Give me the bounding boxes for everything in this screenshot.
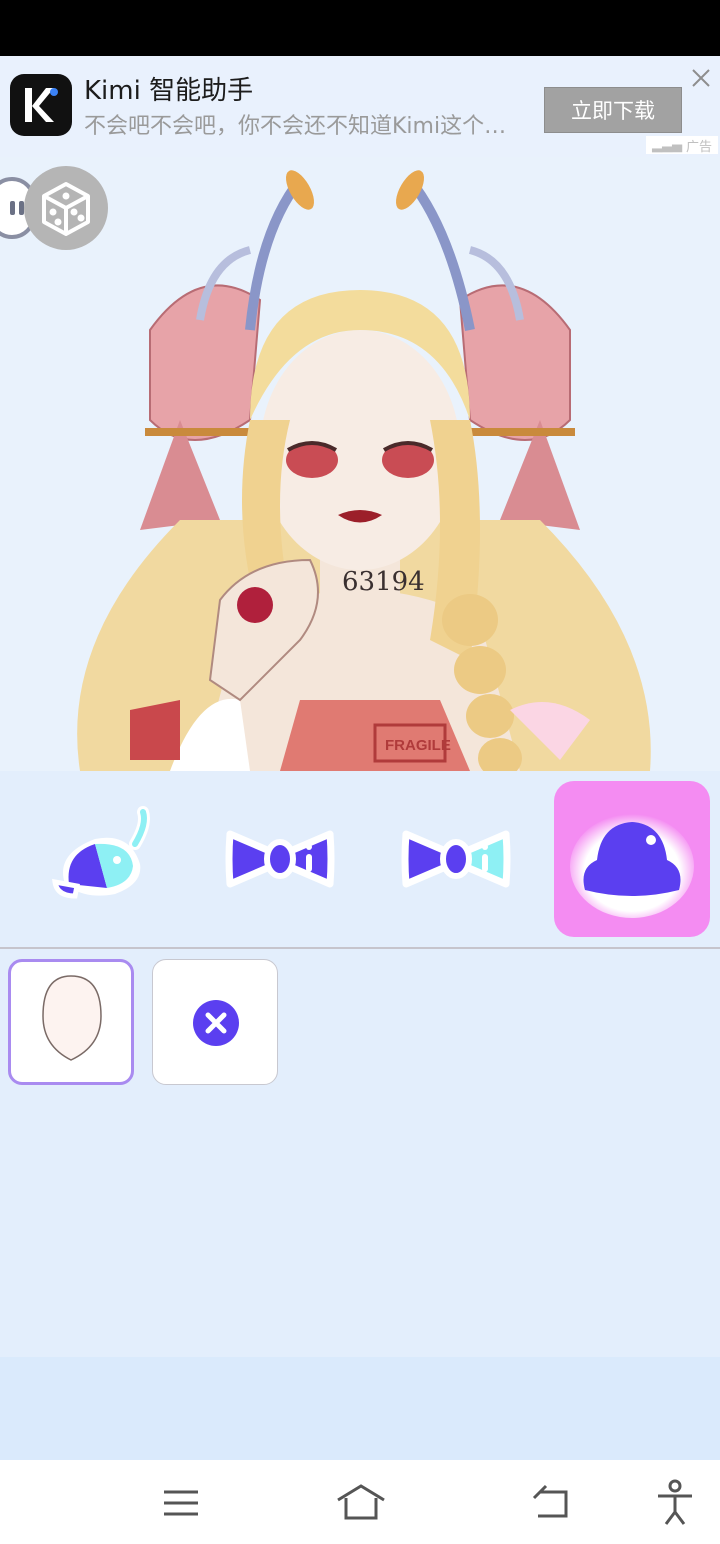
status-bar: [0, 0, 720, 56]
ad-tag: ▂▃▄ 广告: [646, 136, 719, 155]
character-preview: 63194 FRAGILE: [0, 157, 720, 771]
bow-icon: [225, 830, 335, 888]
system-navbar: [0, 1460, 720, 1544]
stamp-text: FRAGILE: [385, 737, 451, 754]
options-panel: [0, 949, 720, 1357]
character-illustration: 63194 FRAGILE: [77, 170, 651, 771]
face-base-icon: [42, 975, 102, 1061]
footer-strip: [0, 1357, 720, 1460]
ad-subtitle[interactable]: 不会吧不会吧，你不会还不知道Kimi这个…: [84, 108, 536, 140]
home-icon[interactable]: [334, 1478, 385, 1528]
option-remove[interactable]: [152, 959, 278, 1085]
ad-title[interactable]: Kimi 智能助手: [84, 70, 253, 107]
tab-bow[interactable]: [202, 781, 358, 937]
category-tabbar: [0, 771, 720, 948]
download-button[interactable]: 立即下载: [544, 87, 682, 133]
remove-x-icon: [193, 1000, 239, 1046]
random-dice-button[interactable]: [24, 166, 108, 250]
dice-icon: [42, 182, 90, 236]
tab-bow-two-tone[interactable]: [378, 781, 534, 937]
ad-tag-label: 广告: [686, 139, 713, 155]
back-icon[interactable]: [526, 1478, 576, 1528]
ad-mark-icon: ▂▃▄: [652, 137, 682, 153]
kimi-logo-icon[interactable]: [10, 74, 72, 136]
ad-banner[interactable]: Kimi 智能助手 不会吧不会吧，你不会还不知道Kimi这个… 立即下载 ▂▃▄…: [0, 56, 720, 157]
close-icon[interactable]: [688, 65, 714, 91]
bow-two-tone-icon: [401, 830, 511, 888]
option-face-base[interactable]: [8, 959, 134, 1085]
tab-hat[interactable]: [22, 781, 178, 937]
accessibility-icon[interactable]: [650, 1478, 700, 1528]
headwear-icon: [570, 814, 694, 918]
tab-headwear-selected[interactable]: [554, 781, 710, 937]
menu-icon[interactable]: [156, 1478, 206, 1528]
hat-icon: [52, 806, 150, 899]
neck-tattoo-number: 63194: [342, 567, 425, 597]
